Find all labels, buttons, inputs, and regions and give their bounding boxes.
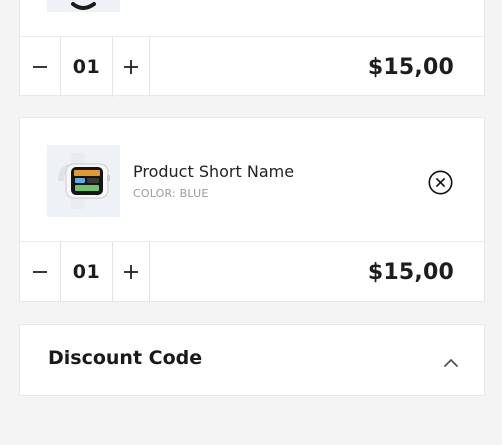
remove-item-button[interactable] — [428, 170, 453, 195]
close-circle-icon — [428, 170, 453, 195]
minus-icon — [33, 66, 47, 68]
minus-icon — [33, 271, 47, 273]
quantity-row: 01 $15,00 — [20, 241, 484, 302]
plus-icon — [124, 265, 138, 279]
increase-quantity-button[interactable] — [112, 242, 150, 302]
product-thumbnail — [47, 145, 120, 217]
product-name[interactable]: Product Short Name — [133, 162, 294, 181]
plus-icon — [124, 60, 138, 74]
quantity-value: 01 — [60, 37, 112, 97]
cart-item-2: Product Short Name COLOR: BLUE 01 $15,00 — [19, 117, 485, 302]
watch-image — [58, 153, 110, 209]
quantity-row: 01 $15,00 — [20, 36, 484, 97]
quantity-value: 01 — [60, 242, 112, 302]
decrease-quantity-button[interactable] — [20, 37, 60, 97]
product-color: COLOR: BLUE — [133, 187, 209, 200]
increase-quantity-button[interactable] — [112, 37, 150, 97]
discount-code-panel[interactable]: Discount Code — [19, 324, 485, 396]
product-thumbnail — [47, 0, 120, 12]
chevron-up-icon — [444, 359, 458, 367]
collapse-toggle-button[interactable] — [443, 354, 459, 373]
decrease-quantity-button[interactable] — [20, 242, 60, 302]
item-price: $15,00 — [367, 259, 454, 285]
item-price: $15,00 — [367, 54, 454, 80]
watch-image — [71, 2, 96, 10]
discount-code-title: Discount Code — [48, 347, 203, 369]
cart-item-1: 01 $15,00 — [19, 0, 485, 97]
